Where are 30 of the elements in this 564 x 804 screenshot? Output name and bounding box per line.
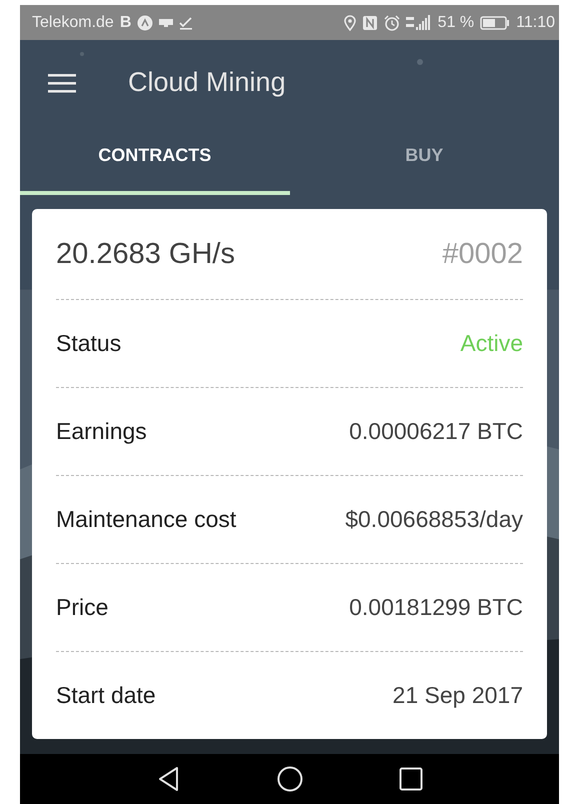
battery-percent: 51 %: [438, 14, 474, 32]
lte-signal-icon: [406, 14, 432, 30]
field-value: 21 Sep 2017: [392, 682, 523, 709]
carrier-letter: B: [120, 14, 132, 32]
download-done-icon: [179, 16, 194, 30]
field-value: Active: [460, 330, 523, 357]
hashrate: 20.2683 GH/s: [56, 238, 235, 270]
field-value: 0.00006217 BTC: [349, 418, 523, 445]
field-label: Status: [56, 330, 122, 357]
home-button[interactable]: [276, 766, 302, 792]
app-notification-icon: [137, 14, 154, 30]
app-title: Cloud Mining: [128, 67, 286, 98]
alarm-icon: [384, 14, 400, 30]
field-label: Price: [56, 594, 108, 621]
menu-button[interactable]: [48, 72, 76, 92]
field-value: 0.00181299 BTC: [349, 594, 523, 621]
clock-time: 11:10: [516, 14, 555, 32]
tab[interactable]: BUY: [290, 125, 559, 195]
battery-icon: [480, 16, 510, 30]
field-label: Earnings: [56, 418, 147, 445]
tab[interactable]: CONTRACTS: [20, 125, 290, 195]
back-button[interactable]: [156, 766, 180, 792]
location-icon: [344, 14, 356, 30]
field-label: Maintenance cost: [56, 506, 236, 533]
field-value: $0.00668853/day: [345, 506, 523, 533]
contract-number: #0002: [442, 238, 523, 270]
nfc-icon: [362, 14, 378, 30]
carrier-name: Telekom.de: [32, 14, 114, 32]
field-label: Start date: [56, 682, 156, 709]
recent-apps-button[interactable]: [398, 767, 422, 791]
